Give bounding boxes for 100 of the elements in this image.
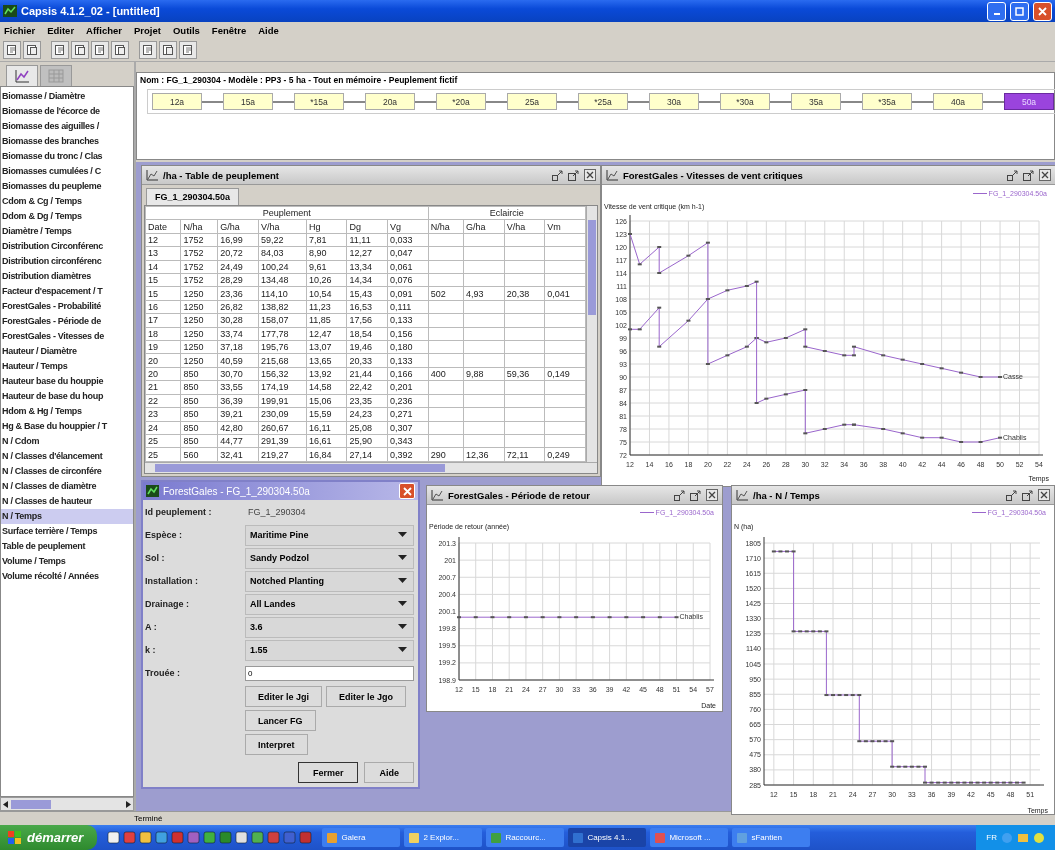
- detach-icon[interactable]: [1006, 489, 1017, 501]
- list-item[interactable]: Biomasse du tronc / Clas: [1, 149, 133, 164]
- dropdown[interactable]: 1.55: [245, 639, 414, 661]
- toolbar-button[interactable]: [179, 41, 197, 59]
- start-button[interactable]: démarrer: [0, 825, 98, 850]
- list-item[interactable]: Biomasse / Diamètre: [1, 89, 133, 104]
- list-item[interactable]: N / Classes de hauteur: [1, 494, 133, 509]
- step-node[interactable]: 35a: [791, 93, 841, 110]
- list-item[interactable]: Hdom & Hg / Temps: [1, 404, 133, 419]
- dropdown[interactable]: Notched Planting: [245, 570, 414, 592]
- dropdown[interactable]: 3.6: [245, 616, 414, 638]
- step-node[interactable]: 25a: [507, 93, 557, 110]
- detach-icon[interactable]: [674, 489, 685, 501]
- toolbar-button[interactable]: [3, 41, 21, 59]
- list-item[interactable]: Ddom & Dg / Temps: [1, 209, 133, 224]
- list-item[interactable]: Hauteur base du houppie: [1, 374, 133, 389]
- scrollbar[interactable]: [586, 206, 597, 462]
- list-item[interactable]: N / Classes de diamètre: [1, 479, 133, 494]
- menu-item[interactable]: Editer: [47, 25, 75, 36]
- input-field[interactable]: 0: [245, 665, 414, 681]
- detach-icon[interactable]: [1022, 489, 1033, 501]
- list-item[interactable]: Hauteur / Diamètre: [1, 344, 133, 359]
- menu-item[interactable]: Projet: [134, 25, 161, 36]
- detach-icon[interactable]: [1007, 169, 1018, 181]
- dialog-button[interactable]: Fermer: [297, 762, 359, 783]
- list-item[interactable]: Distribution diamètres: [1, 269, 133, 284]
- list-item[interactable]: ForestGales - Probabilité: [1, 299, 133, 314]
- menu-item[interactable]: Afficher: [86, 25, 122, 36]
- step-node[interactable]: 20a: [365, 93, 415, 110]
- scroll-right-icon[interactable]: [123, 800, 133, 808]
- list-item[interactable]: Diamètre / Temps: [1, 224, 133, 239]
- scrollbar[interactable]: [0, 797, 134, 811]
- step-node[interactable]: 50a: [1004, 93, 1054, 110]
- list-item[interactable]: Volume récolté / Années: [1, 569, 133, 584]
- taskbar-button[interactable]: sFantien: [732, 828, 811, 847]
- list-item[interactable]: Biomasse des branches: [1, 134, 133, 149]
- step-node[interactable]: *30a: [720, 93, 770, 110]
- list-item[interactable]: Biomasses du peupleme: [1, 179, 133, 194]
- list-item[interactable]: Hauteur / Temps: [1, 359, 133, 374]
- dropdown[interactable]: All Landes: [245, 593, 414, 615]
- list-item[interactable]: Biomasse de l'écorce de: [1, 104, 133, 119]
- menu-item[interactable]: Aide: [258, 25, 279, 36]
- menu-item[interactable]: Outils: [172, 25, 200, 36]
- step-node[interactable]: 30a: [649, 93, 699, 110]
- step-node[interactable]: *25a: [578, 93, 628, 110]
- toolbar-button[interactable]: [51, 41, 69, 59]
- close-icon[interactable]: [584, 169, 596, 181]
- detach-icon[interactable]: [568, 169, 579, 181]
- toolbar-button[interactable]: [111, 41, 129, 59]
- step-node[interactable]: 40a: [933, 93, 983, 110]
- taskbar-button[interactable]: Raccourc...: [486, 828, 565, 847]
- list-item[interactable]: Facteur d'espacement / T: [1, 284, 133, 299]
- quick-launch-icon[interactable]: [203, 831, 217, 844]
- step-node[interactable]: *15a: [294, 93, 344, 110]
- list-item[interactable]: Distribution circonférenc: [1, 254, 133, 269]
- tab[interactable]: [6, 65, 38, 86]
- dropdown[interactable]: Sandy Podzol: [245, 547, 414, 569]
- minimize-button[interactable]: [987, 1, 1006, 21]
- tab[interactable]: FG_1_290304.50a: [146, 188, 240, 205]
- detach-icon[interactable]: [1023, 169, 1034, 181]
- step-node[interactable]: 12a: [152, 93, 202, 110]
- list-item[interactable]: Distribution Circonférenc: [1, 239, 133, 254]
- toolbar-button[interactable]: [71, 41, 89, 59]
- list-item[interactable]: ForestGales - Période de: [1, 314, 133, 329]
- list-item[interactable]: Table de peuplement: [1, 539, 133, 554]
- list-item[interactable]: N / Classes de circonfére: [1, 464, 133, 479]
- list-item[interactable]: N / Classes d'élancement: [1, 449, 133, 464]
- taskbar-button[interactable]: Capsis 4.1...: [568, 828, 647, 847]
- detach-icon[interactable]: [690, 489, 701, 501]
- close-icon[interactable]: [706, 489, 718, 501]
- dialog-button[interactable]: Aide: [364, 762, 414, 783]
- scroll-left-icon[interactable]: [1, 800, 11, 808]
- close-icon[interactable]: [1038, 489, 1050, 501]
- quick-launch-icon[interactable]: [235, 831, 249, 844]
- toolbar-button[interactable]: [23, 41, 41, 59]
- list-item[interactable]: N / Cdom: [1, 434, 133, 449]
- toolbar-button[interactable]: [91, 41, 109, 59]
- scrollbar[interactable]: [145, 462, 597, 473]
- menu-item[interactable]: Fenêtre: [211, 25, 247, 36]
- step-node[interactable]: *20a: [436, 93, 486, 110]
- step-node[interactable]: 15a: [223, 93, 273, 110]
- list-item[interactable]: Volume / Temps: [1, 554, 133, 569]
- list-item[interactable]: ForestGales - Vitesses de: [1, 329, 133, 344]
- list-item[interactable]: Hauteur de base du houp: [1, 389, 133, 404]
- close-icon[interactable]: [1039, 169, 1051, 181]
- quick-launch-icon[interactable]: [139, 831, 153, 844]
- quick-launch-icon[interactable]: [107, 831, 121, 844]
- step-node[interactable]: *35a: [862, 93, 912, 110]
- action-button[interactable]: Lancer FG: [245, 710, 316, 731]
- toolbar-button[interactable]: [139, 41, 157, 59]
- quick-launch-icon[interactable]: [251, 831, 265, 844]
- action-button[interactable]: Editer le Jgo: [326, 686, 407, 707]
- list-item[interactable]: Hg & Base du houppier / T: [1, 419, 133, 434]
- taskbar-button[interactable]: Microsoft ...: [650, 828, 729, 847]
- list-item[interactable]: Cdom & Cg / Temps: [1, 194, 133, 209]
- toolbar-button[interactable]: [159, 41, 177, 59]
- dropdown[interactable]: Maritime Pine: [245, 524, 414, 546]
- close-button[interactable]: [399, 483, 415, 499]
- list-item[interactable]: Surface terrière / Temps: [1, 524, 133, 539]
- taskbar-button[interactable]: Galera: [322, 828, 401, 847]
